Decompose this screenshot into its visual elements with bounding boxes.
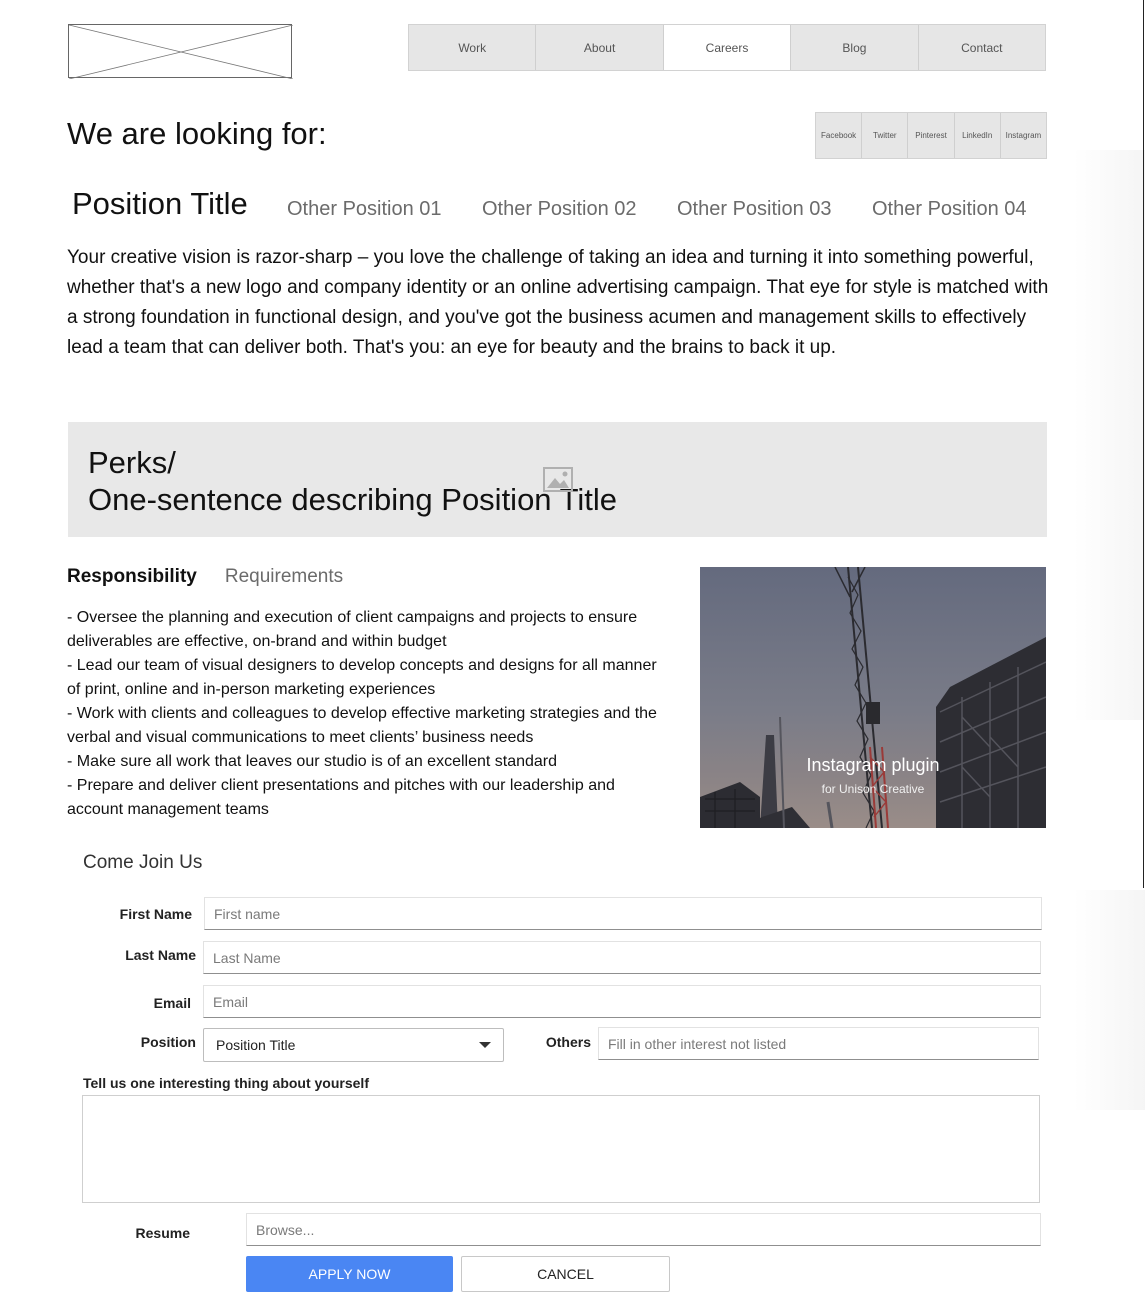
list-item: - Oversee the planning and execution of …: [67, 609, 638, 650]
position-tabs: Position Title Other Position 01 Other P…: [72, 186, 1047, 226]
social-link-pinterest[interactable]: Pinterest: [908, 113, 955, 158]
image-placeholder-icon: [543, 467, 573, 492]
resume-upload-field[interactable]: [246, 1213, 1041, 1246]
nav-item-careers[interactable]: Careers: [663, 25, 792, 70]
social-links: Facebook Twitter Pinterest LinkedIn Inst…: [815, 112, 1047, 159]
resume-label: Resume: [135, 1225, 190, 1241]
apply-now-button[interactable]: APPLY NOW: [246, 1256, 453, 1292]
list-item: - Work with clients and colleagues to de…: [67, 705, 657, 746]
instagram-plugin-title: Instagram plugin: [806, 755, 940, 775]
window-edge: [1143, 0, 1144, 888]
chevron-down-icon: [479, 1042, 491, 1048]
others-label: Others: [545, 1034, 591, 1050]
list-item: - Lead our team of visual designers to d…: [67, 657, 657, 698]
nav-item-work[interactable]: Work: [409, 25, 537, 70]
page-title: We are looking for:: [67, 116, 327, 151]
list-item: - Make sure all work that leaves our stu…: [67, 753, 558, 770]
instagram-plugin[interactable]: Instagram plugin for Unison Creative: [700, 567, 1046, 828]
perks-heading: Perks/ One-sentence describing Position …: [88, 444, 617, 518]
position-tab-other-04[interactable]: Other Position 04: [872, 198, 1027, 221]
nav-item-about[interactable]: About: [536, 25, 664, 70]
logo-placeholder-icon: [69, 25, 293, 79]
position-tab-current[interactable]: Position Title: [72, 186, 248, 222]
background-decoration: [1074, 150, 1145, 720]
first-name-label: First Name: [119, 906, 192, 922]
social-link-linkedin[interactable]: LinkedIn: [955, 113, 1001, 158]
social-link-twitter[interactable]: Twitter: [862, 113, 909, 158]
form-heading: Come Join Us: [83, 852, 203, 873]
tab-responsibility[interactable]: Responsibility: [67, 566, 197, 587]
position-description: Your creative vision is razor-sharp – yo…: [67, 247, 1049, 358]
position-tab-other-02[interactable]: Other Position 02: [482, 198, 637, 221]
social-link-instagram[interactable]: Instagram: [1001, 113, 1046, 158]
first-name-field[interactable]: [204, 897, 1042, 930]
last-name-label: Last Name: [125, 947, 196, 963]
about-yourself-label: Tell us one interesting thing about your…: [83, 1075, 369, 1091]
about-yourself-field[interactable]: [82, 1095, 1040, 1203]
main-nav: Work About Careers Blog Contact: [408, 24, 1046, 71]
nav-item-blog[interactable]: Blog: [791, 25, 919, 70]
position-select[interactable]: Position Title: [203, 1028, 504, 1062]
position-tab-other-01[interactable]: Other Position 01: [287, 198, 442, 221]
position-label: Position: [140, 1034, 196, 1050]
email-field[interactable]: [203, 985, 1041, 1018]
logo-placeholder[interactable]: [68, 24, 293, 79]
perks-line-2: One-sentence describing Position Title: [88, 482, 618, 517]
nav-item-contact[interactable]: Contact: [919, 25, 1045, 70]
others-field[interactable]: [598, 1027, 1039, 1060]
position-tab-other-03[interactable]: Other Position 03: [677, 198, 832, 221]
instagram-plugin-subtitle: for Unison Creative: [821, 782, 925, 796]
background-decoration: [1074, 890, 1145, 1110]
email-label: Email: [153, 995, 191, 1011]
responsibility-list: - Oversee the planning and execution of …: [67, 606, 672, 822]
tab-requirements[interactable]: Requirements: [225, 566, 343, 587]
perks-banner: Perks/ One-sentence describing Position …: [68, 422, 1047, 537]
last-name-field[interactable]: [203, 941, 1041, 974]
cancel-button[interactable]: CANCEL: [461, 1256, 670, 1292]
social-link-facebook[interactable]: Facebook: [816, 113, 863, 158]
perks-line-1: Perks/: [88, 445, 176, 480]
position-select-value: Position Title: [216, 1037, 296, 1053]
details-tabs: Responsibility Requirements: [67, 566, 343, 588]
list-item: - Prepare and deliver client presentatio…: [67, 777, 615, 818]
